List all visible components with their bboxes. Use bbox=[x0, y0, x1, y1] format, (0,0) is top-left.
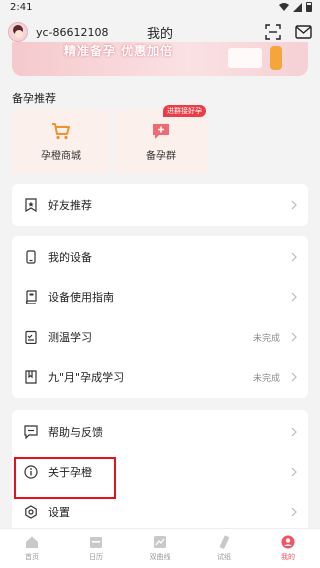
row-label: 我的设备 bbox=[48, 251, 92, 264]
tab-label: 我的 bbox=[281, 553, 295, 561]
row-my-devices[interactable]: 我的设备 bbox=[12, 237, 308, 277]
scan-icon[interactable] bbox=[265, 24, 281, 40]
group-card-label: 备孕群 bbox=[146, 151, 176, 162]
status-icons bbox=[279, 2, 312, 12]
feedback-chat-icon bbox=[24, 425, 38, 439]
group-badge: 进群接好孕 bbox=[163, 105, 206, 117]
banner-figure-image bbox=[270, 46, 282, 70]
test-strip-icon bbox=[219, 535, 230, 549]
row-label: 帮助与反馈 bbox=[48, 426, 103, 439]
row-status: 未完成 bbox=[252, 373, 280, 384]
wifi-icon bbox=[279, 3, 289, 11]
chart-icon bbox=[154, 536, 166, 548]
chevron-right-icon bbox=[291, 252, 297, 262]
row-friend-referral[interactable]: 好友推荐 bbox=[12, 185, 308, 225]
tab-calendar[interactable]: 日历 bbox=[64, 529, 128, 568]
chevron-right-icon bbox=[291, 427, 297, 437]
tab-label: 双曲线 bbox=[149, 553, 171, 561]
chevron-right-icon bbox=[291, 372, 297, 382]
tab-mine[interactable]: 我的 bbox=[256, 529, 320, 568]
bottom-tab-bar: 首页 日历 双曲线 试纸 我的 bbox=[0, 528, 320, 568]
status-bar: 2:41 bbox=[0, 0, 320, 14]
home-icon bbox=[26, 536, 38, 548]
chevron-right-icon bbox=[291, 332, 297, 342]
avatar[interactable] bbox=[8, 22, 28, 42]
shopping-cart-icon bbox=[52, 123, 70, 140]
checklist-icon bbox=[24, 330, 38, 344]
username[interactable]: yc-86612108 bbox=[36, 26, 136, 39]
chat-group-icon bbox=[153, 124, 169, 139]
device-icon bbox=[24, 250, 38, 264]
tab-test-strip[interactable]: 试纸 bbox=[192, 529, 256, 568]
bookmark-star-icon bbox=[24, 198, 38, 212]
message-icon[interactable] bbox=[295, 25, 312, 39]
row-temperature-learning[interactable]: 测温学习 未完成 bbox=[12, 317, 308, 357]
shop-card-label: 孕橙商城 bbox=[41, 151, 81, 162]
book-bookmark-icon bbox=[24, 370, 38, 384]
tab-label: 试纸 bbox=[217, 553, 231, 561]
group-card[interactable]: 进群接好孕 备孕群 bbox=[114, 105, 208, 174]
chevron-right-icon bbox=[291, 200, 297, 210]
section-title: 备孕推荐 bbox=[12, 92, 56, 105]
row-label: 测温学习 bbox=[48, 331, 92, 344]
row-label: 九"月"孕成学习 bbox=[48, 371, 125, 384]
chevron-right-icon bbox=[291, 467, 297, 477]
chevron-right-icon bbox=[291, 507, 297, 517]
device-learning-card: 我的设备 设备使用指南 测温学习 未完成 九"月"孕成学习 未完成 bbox=[12, 236, 308, 398]
header-actions bbox=[265, 24, 312, 40]
shop-card[interactable]: 孕橙商城 bbox=[12, 110, 110, 174]
row-help-feedback[interactable]: 帮助与反馈 bbox=[12, 412, 308, 452]
tab-home[interactable]: 首页 bbox=[0, 529, 64, 568]
status-time: 2:41 bbox=[10, 1, 33, 13]
signal-icon bbox=[293, 2, 302, 12]
chevron-right-icon bbox=[291, 292, 297, 302]
tab-curve[interactable]: 双曲线 bbox=[128, 529, 192, 568]
tab-label: 首页 bbox=[25, 553, 39, 561]
banner-text: 精准备孕 优惠加倍 bbox=[64, 44, 174, 58]
row-label: 好友推荐 bbox=[48, 199, 92, 212]
gear-icon bbox=[24, 505, 38, 519]
profile-icon bbox=[281, 535, 295, 549]
highlight-box bbox=[14, 457, 116, 499]
promo-banner[interactable]: 精准备孕 优惠加倍 bbox=[12, 42, 308, 76]
row-label: 设备使用指南 bbox=[48, 291, 114, 304]
row-device-guide[interactable]: 设备使用指南 bbox=[12, 277, 308, 317]
row-label: 设置 bbox=[48, 506, 70, 519]
referral-card: 好友推荐 bbox=[12, 184, 308, 226]
guide-book-icon bbox=[24, 290, 38, 304]
banner-product-image bbox=[228, 48, 262, 68]
calendar-icon bbox=[90, 537, 102, 548]
row-nine-month-learning[interactable]: 九"月"孕成学习 未完成 bbox=[12, 357, 308, 397]
battery-icon bbox=[306, 2, 312, 12]
tab-label: 日历 bbox=[89, 553, 103, 561]
row-status: 未完成 bbox=[252, 333, 280, 344]
